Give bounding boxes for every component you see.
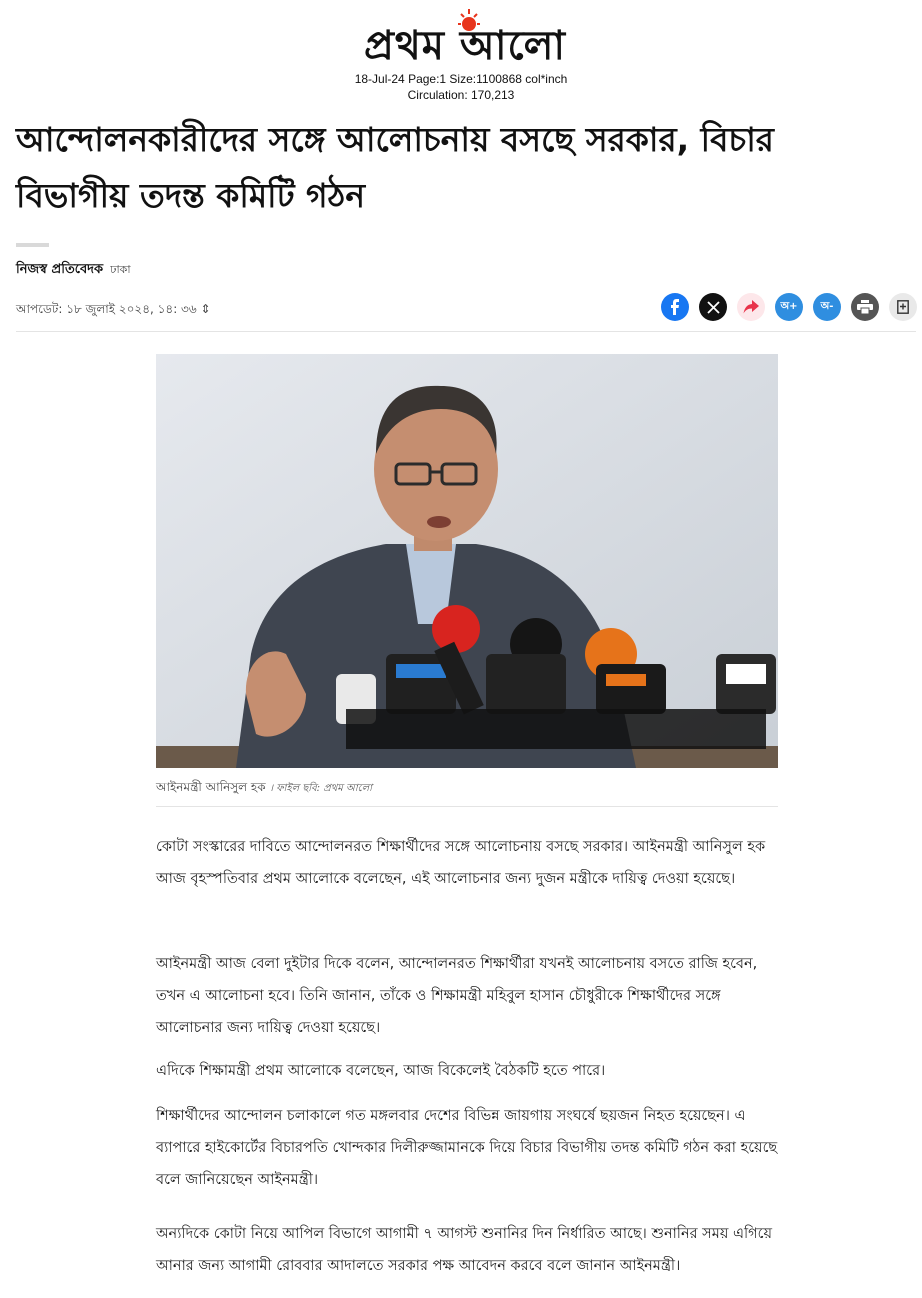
author-name[interactable]: নিজস্ব প্রতিবেদক bbox=[16, 262, 103, 277]
logo-text: প্রথম আলো bbox=[363, 22, 567, 69]
article-photo[interactable] bbox=[156, 354, 778, 768]
article-headline: আন্দোলনকারীদের সঙ্গে আলোচনায় বসছে সরকার… bbox=[16, 120, 774, 215]
clip-info: 18-Jul-24 Page:1 Size:1100868 col*inch bbox=[354, 72, 568, 86]
font-decrease-button[interactable]: অ- bbox=[813, 293, 841, 321]
byline-divider bbox=[16, 331, 916, 332]
headline-accent-rule bbox=[16, 243, 49, 247]
printer-icon bbox=[857, 300, 873, 314]
print-button[interactable] bbox=[851, 293, 879, 321]
x-share-button[interactable] bbox=[699, 293, 727, 321]
circulation: Circulation: 170,213 bbox=[407, 88, 515, 102]
share-button[interactable] bbox=[737, 293, 765, 321]
article-paragraph: আইনমন্ত্রী আজ বেলা দুইটার দিকে বলেন, আন্… bbox=[156, 956, 758, 1036]
article-paragraph: এদিকে শিক্ষামন্ত্রী প্রথম আলোকে বলেছেন, … bbox=[156, 1063, 606, 1079]
caption-text: আইনমন্ত্রী আনিসুল হক bbox=[156, 780, 266, 794]
photo-caption: আইনমন্ত্রী আনিসুল হক । ফাইল ছবি: প্রথম আ… bbox=[156, 778, 372, 798]
article-paragraph: কোটা সংস্কারের দাবিতে আন্দোলনরত শিক্ষার্… bbox=[156, 839, 766, 887]
press-conference-image bbox=[156, 354, 778, 768]
facebook-icon bbox=[671, 299, 679, 315]
byline: নিজস্ব প্রতিবেদক ঢাকা bbox=[16, 260, 131, 280]
font-increase-button[interactable]: অ+ bbox=[775, 293, 803, 321]
author-location: ঢাকা bbox=[110, 263, 131, 276]
prothom-alo-logo[interactable]: প্রথম আলো bbox=[325, 8, 605, 72]
caption-divider bbox=[156, 806, 778, 807]
share-arrow-icon bbox=[743, 300, 759, 314]
article-paragraph: শিক্ষার্থীদের আন্দোলন চলাকালে গত মঙ্গলবা… bbox=[156, 1108, 778, 1188]
masthead: প্রথম আলো 18-Jul-24 Page:1 Size:1100868 … bbox=[0, 0, 922, 105]
updated-timestamp: আপডেট: ১৮ জুলাই ২০২৪, ১৪: ৩৬ ⇕ bbox=[16, 302, 211, 316]
font-increase-label: অ+ bbox=[780, 300, 798, 312]
article-paragraph: অন্যদিকে কোটা নিয়ে আপিল বিভাগে আগামী ৭ … bbox=[156, 1226, 773, 1274]
x-icon bbox=[706, 300, 720, 314]
photo-credit: । ফাইল ছবি: প্রথম আলো bbox=[269, 783, 372, 794]
font-decrease-label: অ- bbox=[820, 300, 834, 312]
bookmark-icon bbox=[897, 300, 909, 314]
facebook-share-button[interactable] bbox=[661, 293, 689, 321]
bookmark-button[interactable] bbox=[889, 293, 917, 321]
